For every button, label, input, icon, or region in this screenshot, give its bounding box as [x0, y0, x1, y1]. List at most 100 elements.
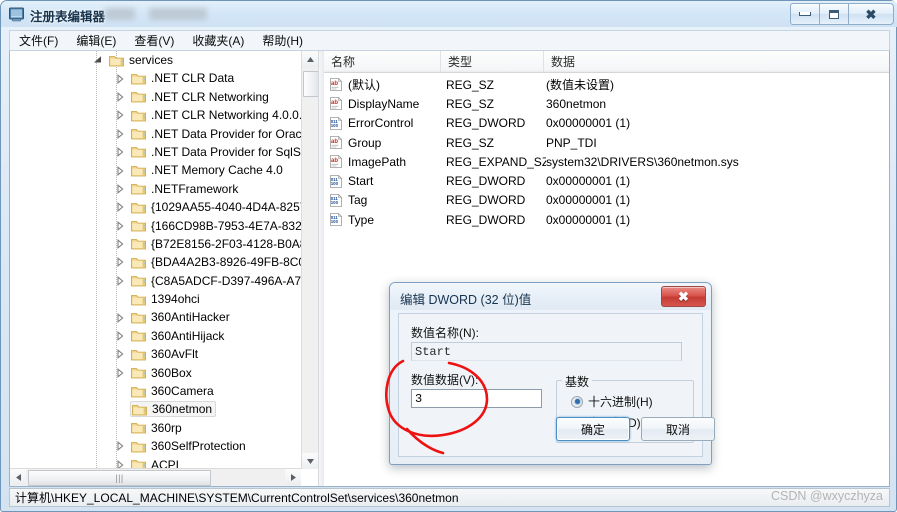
radio-hexadecimal[interactable]: 十六进制(H)	[571, 393, 653, 410]
tree-item-c8a5adcf-d397-496a-a70a[interactable]: {C8A5ADCF-D397-496A-A70A	[10, 272, 301, 290]
chevron-right-icon[interactable]	[114, 238, 126, 250]
chevron-down-icon[interactable]	[92, 54, 104, 66]
menu-favorites[interactable]: 收藏夹(A)	[183, 30, 253, 52]
column-header-data[interactable]: 数据	[544, 51, 889, 72]
menu-view[interactable]: 查看(V)	[125, 30, 183, 52]
menu-file[interactable]: 文件(F)	[10, 30, 67, 52]
maximize-button[interactable]	[819, 3, 849, 25]
tree-item-166cd98b-7953-4e7a-8328[interactable]: {166CD98B-7953-4E7A-8328-	[10, 217, 301, 235]
chevron-right-icon[interactable]	[114, 440, 126, 452]
dialog-titlebar[interactable]: 编辑 DWORD (32 位)值 ✖	[390, 283, 711, 310]
chevron-right-icon[interactable]	[114, 348, 126, 360]
value-data-input[interactable]	[411, 389, 542, 408]
chevron-right-icon[interactable]	[114, 256, 126, 268]
chevron-right-icon[interactable]	[114, 109, 126, 121]
value-data-cell: system32\DRIVERS\360netmon.sys	[546, 154, 739, 169]
folder-icon	[131, 182, 146, 195]
chevron-right-icon[interactable]	[114, 91, 126, 103]
ok-button[interactable]: 确定	[556, 417, 630, 441]
minimize-button[interactable]	[790, 3, 820, 25]
tree-item-1394ohci[interactable]: 1394ohci	[10, 290, 301, 308]
chevron-right-icon[interactable]	[114, 183, 126, 195]
chevron-right-icon[interactable]	[114, 165, 126, 177]
tree-item-1029aa55-4040-4d4a-8257[interactable]: {1029AA55-4040-4D4A-8257-	[10, 198, 301, 216]
tree-item-netframework[interactable]: .NETFramework	[10, 180, 301, 198]
menu-help[interactable]: 帮助(H)	[253, 30, 312, 52]
tree-item-360rp[interactable]: 360rp	[10, 419, 301, 437]
base-group-label: 基数	[562, 373, 593, 390]
cancel-button[interactable]: 取消	[641, 417, 715, 441]
svg-text:ab: ab	[331, 139, 338, 145]
tree-item-360camera[interactable]: 360Camera	[10, 382, 301, 400]
chevron-right-icon[interactable]	[114, 128, 126, 140]
menu-edit[interactable]: 编辑(E)	[67, 30, 125, 52]
tree-item-label: .NET Memory Cache 4.0	[151, 163, 283, 178]
table-row[interactable]: 011 100 ErrorControl REG_DWORD 0x00000001 (1…	[324, 114, 889, 133]
window-titlebar[interactable]: 注册表编辑器 ✖	[1, 1, 897, 27]
column-header-type[interactable]: 类型	[441, 51, 544, 72]
scroll-down-arrow-icon[interactable]	[302, 453, 318, 469]
tree-item-services[interactable]: services	[10, 51, 301, 69]
tree-item-net-data-provider-for-sqlse[interactable]: .NET Data Provider for SqlSe	[10, 143, 301, 161]
tree-item-label: .NET CLR Data	[151, 71, 235, 86]
tree-item-content: 360AntiHacker	[130, 309, 233, 325]
tree-item-360netmon[interactable]: 360netmon	[10, 400, 301, 418]
maximize-icon	[829, 9, 839, 19]
minimize-icon	[799, 12, 811, 16]
chevron-right-icon[interactable]	[114, 367, 126, 379]
chevron-right-icon[interactable]	[114, 220, 126, 232]
tree-vscroll-thumb[interactable]	[303, 71, 318, 97]
registry-tree[interactable]: services .NET CLR Data .NET CLR Networking…	[10, 51, 301, 469]
chevron-right-icon[interactable]	[114, 275, 126, 287]
tree-item-b72e8156-2f03-4128-b0a8[interactable]: {B72E8156-2F03-4128-B0A8-	[10, 235, 301, 253]
table-row[interactable]: 011 100 Start REG_DWORD 0x00000001 (1)	[324, 172, 889, 191]
table-row[interactable]: ab ImagePath REG_EXPAND_SZ system32\DRIVERS…	[324, 152, 889, 171]
svg-text:ab: ab	[331, 159, 338, 165]
tree-item-360antihijack[interactable]: 360AntiHijack	[10, 327, 301, 345]
folder-icon	[131, 72, 146, 85]
tree-item-net-clr-data[interactable]: .NET CLR Data	[10, 69, 301, 87]
column-header-name[interactable]: 名称	[324, 51, 441, 72]
chevron-right-icon[interactable]	[114, 73, 126, 85]
tree-item-360box[interactable]: 360Box	[10, 364, 301, 382]
tree-item-net-memory-cache-4-0[interactable]: .NET Memory Cache 4.0	[10, 161, 301, 179]
tree-item-net-data-provider-for-oracl[interactable]: .NET Data Provider for Oracl	[10, 125, 301, 143]
table-row[interactable]: 011 100 Tag REG_DWORD 0x00000001 (1)	[324, 191, 889, 210]
tree-item-content: 360AntiHijack	[130, 328, 227, 344]
tree-vertical-scrollbar[interactable]	[301, 51, 318, 469]
tree-item-label: 1394ohci	[151, 292, 200, 307]
chevron-right-icon[interactable]	[114, 146, 126, 158]
scroll-right-arrow-icon[interactable]	[285, 469, 301, 485]
table-row[interactable]: ab Group REG_SZ PNP_TDI	[324, 133, 889, 152]
tree-item-label: services	[129, 53, 174, 67]
scroll-up-arrow-icon[interactable]	[302, 51, 318, 67]
table-row[interactable]: ab (默认) REG_SZ (数值未设置)	[324, 75, 889, 94]
tree-item-net-clr-networking-4-0-0-0[interactable]: .NET CLR Networking 4.0.0.0	[10, 106, 301, 124]
tree-item-acpi[interactable]: ACPI	[10, 456, 301, 469]
value-name-input[interactable]	[411, 342, 682, 361]
tree-item-360avflt[interactable]: 360AvFlt	[10, 345, 301, 363]
tree-item-content: .NET Data Provider for SqlSe	[130, 144, 301, 160]
tree-hscroll-thumb[interactable]: |||	[28, 470, 211, 486]
menubar: 文件(F) 编辑(E) 查看(V) 收藏夹(A) 帮助(H)	[9, 30, 890, 50]
tree-item-content: .NET CLR Data	[130, 70, 237, 86]
window-title: 注册表编辑器	[30, 10, 106, 24]
close-button[interactable]: ✖	[848, 3, 894, 25]
table-row[interactable]: ab DisplayName REG_SZ 360netmon	[324, 94, 889, 113]
dialog-close-button[interactable]: ✖	[661, 286, 706, 307]
table-row[interactable]: 011 100 Type REG_DWORD 0x00000001 (1)	[324, 210, 889, 229]
scroll-left-arrow-icon[interactable]	[10, 469, 26, 485]
tree-item-content: 1394ohci	[130, 291, 203, 307]
tree-item-360antihacker[interactable]: 360AntiHacker	[10, 308, 301, 326]
chevron-right-icon[interactable]	[114, 312, 126, 324]
string-value-icon: ab	[329, 77, 343, 92]
tree-horizontal-scrollbar[interactable]: |||	[10, 468, 301, 486]
chevron-right-icon[interactable]	[114, 330, 126, 342]
tree-item-net-clr-networking[interactable]: .NET CLR Networking	[10, 88, 301, 106]
value-data-label: 数值数据(V):	[411, 373, 479, 387]
tree-item-360selfprotection[interactable]: 360SelfProtection	[10, 437, 301, 455]
value-data-cell: PNP_TDI	[546, 135, 597, 150]
tree-item-label: 360AntiHacker	[151, 310, 230, 325]
chevron-right-icon[interactable]	[114, 201, 126, 213]
tree-item-bda4a2b3-8926-49fb-8c01[interactable]: {BDA4A2B3-8926-49FB-8C01	[10, 253, 301, 271]
